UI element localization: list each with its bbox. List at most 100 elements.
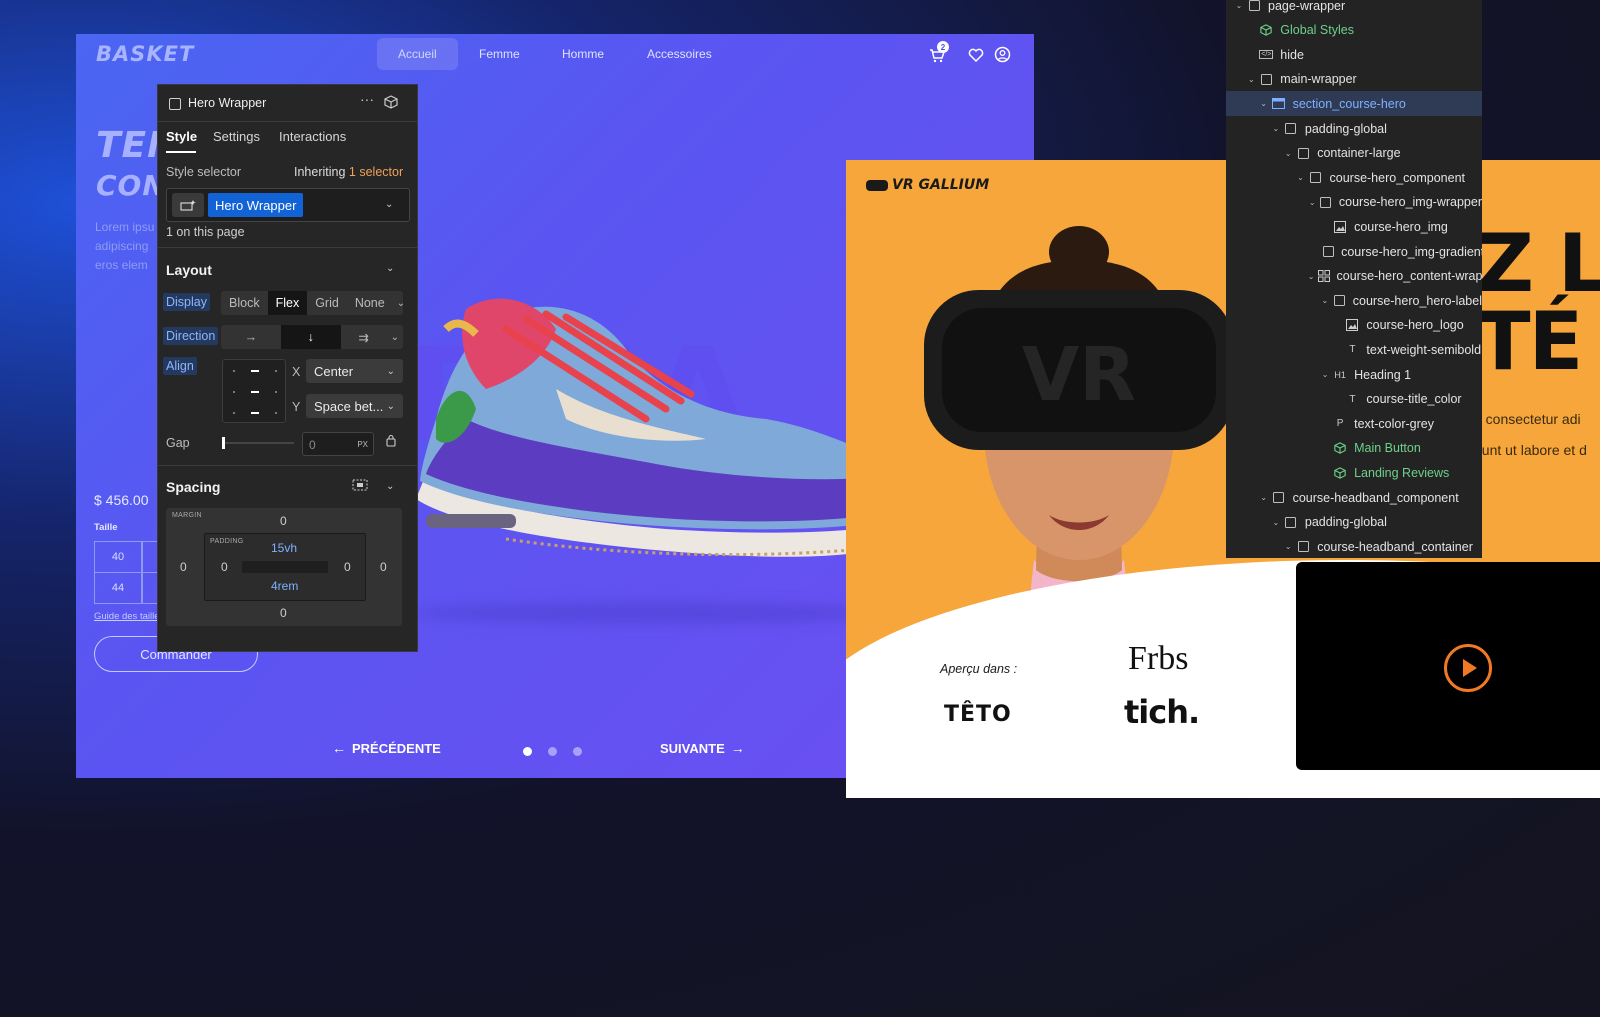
navigator-item[interactable]: Tcourse-title_color (1226, 387, 1482, 412)
padding-left[interactable]: 0 (221, 560, 228, 574)
display-none[interactable]: None (347, 291, 393, 315)
slide-dot[interactable] (523, 747, 532, 756)
size-option[interactable]: 40 (94, 541, 142, 573)
navigator-item[interactable]: ⌄ section_course-hero (1226, 91, 1482, 117)
chevron-down-icon[interactable]: ⌄ (393, 291, 403, 315)
chevron-down-icon[interactable]: ⌄ (1259, 493, 1269, 502)
layout-section-title[interactable]: Layout (166, 262, 212, 278)
lock-icon[interactable] (386, 434, 396, 447)
navigator-item[interactable]: ⌄ container-large (1226, 141, 1482, 166)
display-block[interactable]: Block (221, 291, 268, 315)
basket-logo[interactable]: BASKET (96, 42, 194, 66)
navigator-item[interactable]: Ptext-color-grey (1226, 411, 1482, 436)
wrap-icon[interactable]: ⇉ (341, 325, 387, 349)
navigator-item[interactable]: ⌄ page-wrapper (1226, 0, 1482, 18)
spacing-section-title[interactable]: Spacing (166, 479, 220, 495)
chevron-down-icon[interactable]: ⌄ (1246, 75, 1256, 84)
gap-slider-handle[interactable] (222, 437, 225, 449)
chevron-down-icon[interactable]: ⌄ (1308, 198, 1317, 207)
navigator-item[interactable]: Ttext-weight-semibold (1226, 337, 1482, 362)
margin-top[interactable]: 0 (280, 514, 287, 528)
navigator-item[interactable]: ⌄ course-hero_component (1226, 165, 1482, 190)
chevron-down-icon[interactable]: ⌄ (1320, 370, 1330, 379)
align-grid[interactable] (222, 359, 286, 423)
chevron-down-icon[interactable]: ⌄ (1320, 296, 1329, 305)
next-button[interactable]: SUIVANTE → (660, 740, 745, 756)
size-option[interactable]: 44 (94, 572, 142, 604)
chevron-down-icon[interactable]: ⌄ (1283, 542, 1293, 551)
previous-button[interactable]: ← PRÉCÉDENTE (332, 740, 441, 756)
nav-femme[interactable]: Femme (458, 38, 541, 70)
padding-top[interactable]: 15vh (271, 541, 297, 555)
chevron-down-icon[interactable]: ⌄ (1259, 99, 1269, 108)
margin-right[interactable]: 0 (380, 560, 387, 574)
chevron-down-icon[interactable]: ⌄ (387, 325, 403, 349)
padding-right[interactable]: 0 (344, 560, 351, 574)
selector-state-icon[interactable] (172, 193, 204, 217)
nav-accueil[interactable]: Accueil (377, 38, 458, 70)
chevron-down-icon[interactable]: ⌄ (1283, 149, 1293, 158)
arrow-right-icon[interactable]: → (221, 325, 281, 349)
nav-homme[interactable]: Homme (541, 38, 625, 70)
more-options-icon[interactable]: ··· (360, 91, 374, 107)
arrow-down-icon[interactable]: ↓ (280, 325, 341, 349)
navigator-item[interactable]: Main Button (1226, 436, 1482, 461)
component-icon[interactable] (384, 95, 398, 109)
nav-accessoires[interactable]: Accessoires (626, 38, 733, 70)
inheriting-info[interactable]: Inheriting 1 selector (294, 165, 403, 179)
navigator-item[interactable]: ⌄ padding-global (1226, 510, 1482, 535)
gap-input[interactable]: 0 PX (302, 432, 374, 456)
navigator-item[interactable]: </> hide (1226, 42, 1482, 67)
chevron-down-icon[interactable]: ⌄ (1271, 518, 1281, 527)
display-segmented-control[interactable]: Block Flex Grid None ⌄ (221, 291, 403, 315)
video-player[interactable] (1296, 562, 1600, 770)
navigator-item[interactable]: ⌄ course-hero_img-wrapper (1226, 190, 1482, 215)
navigator-item[interactable]: course-hero_logo (1226, 313, 1482, 338)
navigator-item[interactable]: course-hero_img-gradient (1226, 239, 1482, 264)
vr-logo[interactable]: VR GALLIUM (866, 177, 989, 193)
navigator-item[interactable]: Landing Reviews (1226, 460, 1482, 485)
chevron-down-icon[interactable]: ⌄ (1234, 1, 1244, 10)
tab-settings[interactable]: Settings (213, 129, 260, 144)
navigator-item[interactable]: ⌄ course-hero_content-wrapper (1226, 264, 1482, 289)
navigator-item[interactable]: ⌄ course-hero_hero-label (1226, 288, 1482, 313)
play-button[interactable] (1444, 644, 1492, 692)
gap-slider[interactable] (222, 437, 294, 449)
margin-left[interactable]: 0 (180, 560, 187, 574)
chevron-down-icon[interactable]: ⌄ (1296, 173, 1306, 182)
padding-bottom[interactable]: 4rem (271, 579, 298, 593)
margin-bottom[interactable]: 0 (280, 606, 287, 620)
display-flex[interactable]: Flex (267, 291, 308, 315)
direction-segmented-control[interactable]: → ↓ ⇉ ⌄ (221, 325, 403, 349)
chevron-down-icon[interactable]: ⌄ (386, 481, 394, 492)
navigator-item[interactable]: course-hero_img (1226, 214, 1482, 239)
navigator-item[interactable]: ⌄ course-headband_component (1226, 485, 1482, 510)
chevron-down-icon[interactable]: ⌄ (386, 263, 394, 274)
navigator-item[interactable]: Global Styles (1226, 18, 1482, 43)
cart-icon[interactable]: 2 (928, 41, 949, 64)
selector-field[interactable]: Hero Wrapper ⌄ (166, 188, 410, 222)
chevron-down-icon[interactable]: ⌄ (385, 199, 393, 210)
chevron-down-icon[interactable]: ⌄ (1271, 124, 1281, 133)
user-icon[interactable] (994, 46, 1011, 63)
navigator-item[interactable]: ⌄ H1 Heading 1 (1226, 362, 1482, 387)
display-grid[interactable]: Grid (307, 291, 347, 315)
gap-unit[interactable]: PX (357, 440, 368, 449)
chevron-down-icon[interactable]: ⌄ (1308, 272, 1315, 281)
navigator-item[interactable]: ⌄ main-wrapper (1226, 67, 1482, 92)
display-label[interactable]: Display (163, 293, 210, 311)
align-y-select[interactable]: Space bet... ⌄ (306, 394, 403, 418)
tab-interactions[interactable]: Interactions (279, 129, 346, 144)
selector-chip[interactable]: Hero Wrapper (208, 193, 304, 217)
navigator-item[interactable]: ⌄ course-headband_container (1226, 534, 1482, 558)
spacing-preset-icon[interactable] (352, 478, 368, 492)
size-guide-link[interactable]: Guide des tailles (94, 611, 164, 622)
slide-dot[interactable] (573, 747, 582, 756)
heart-icon[interactable] (968, 47, 984, 63)
slide-dot[interactable] (548, 747, 557, 756)
direction-label[interactable]: Direction (163, 327, 219, 345)
align-label[interactable]: Align (163, 357, 197, 375)
tab-style[interactable]: Style (166, 129, 197, 144)
navigator-item[interactable]: ⌄ padding-global (1226, 116, 1482, 141)
align-x-select[interactable]: Center ⌄ (306, 359, 403, 383)
